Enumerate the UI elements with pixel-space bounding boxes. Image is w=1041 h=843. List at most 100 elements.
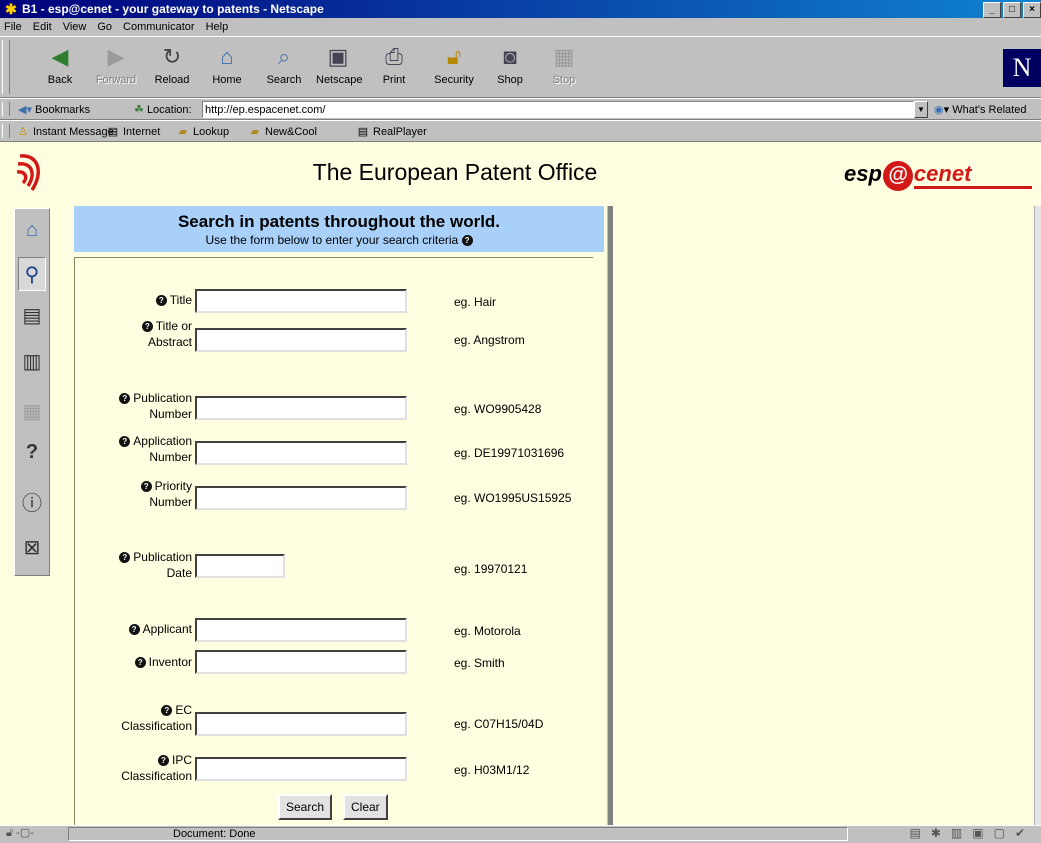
shop-icon: ◙	[503, 44, 517, 69]
shop-button[interactable]: ◙ Shop	[488, 41, 532, 93]
title-or-abstract-input[interactable]	[195, 328, 407, 352]
inventor-input[interactable]	[195, 650, 407, 674]
person-icon: ♙	[18, 126, 28, 138]
help-icon[interactable]: ?	[141, 321, 153, 333]
search-icon: ⌕	[277, 44, 291, 69]
print-button[interactable]: ⎙ Print	[372, 41, 416, 93]
search-subtitle: Use the form below to enter your search …	[74, 232, 604, 248]
vertical-scrollbar[interactable]	[1034, 206, 1041, 825]
reload-button[interactable]: ↻ Reload	[150, 41, 194, 93]
stop-button[interactable]: ▦ Stop	[542, 41, 586, 93]
publication-number-input[interactable]	[195, 396, 407, 420]
maximize-button[interactable]: □	[1003, 2, 1021, 18]
ipc-classification-example: eg. H03M1/12	[454, 763, 530, 777]
instant-message-button[interactable]: ♙ Instant Message	[16, 124, 114, 140]
security-button[interactable]: 🔓︎ Security	[432, 41, 476, 93]
location-input[interactable]	[202, 101, 914, 118]
application-number-input[interactable]	[195, 441, 407, 465]
help-icon[interactable]: ?	[461, 235, 473, 247]
applicant-label: ? Applicant	[74, 621, 192, 637]
lookup-button[interactable]: ▰ Lookup	[176, 124, 229, 140]
home-icon: ⌂	[220, 44, 234, 69]
binoculars-icon[interactable]: ⚲	[18, 257, 46, 291]
menu-go[interactable]: Go	[91, 18, 117, 36]
whats-related-icon: ◉	[934, 104, 944, 116]
status-text: Document: Done	[68, 827, 848, 841]
new-and-cool-button[interactable]: ▰ New&Cool	[248, 124, 317, 140]
help-icon[interactable]: ?	[119, 393, 131, 405]
publication-date-label: ? Publication Date	[74, 549, 192, 581]
component-bar-icons[interactable]: ▤✱▥▣▢✔	[910, 826, 1035, 841]
application-number-label: ? Application Number	[74, 433, 192, 465]
page-icon: ▤	[107, 126, 119, 138]
menu-help[interactable]: Help	[200, 18, 234, 36]
location-dropdown-button[interactable]: ▼	[914, 101, 928, 118]
priority-number-example: eg. WO1995US15925	[454, 491, 572, 505]
search-header: Search in patents throughout the world. …	[74, 206, 604, 252]
frame-divider[interactable]	[607, 206, 613, 825]
realplayer-button[interactable]: ▤ RealPlayer	[356, 124, 427, 140]
title-example: eg. Hair	[454, 295, 497, 309]
menu-communicator[interactable]: Communicator	[117, 18, 200, 36]
help-icon[interactable]: ?	[134, 657, 146, 669]
ipc-classification-input[interactable]	[195, 757, 407, 781]
help-icon[interactable]: ?	[157, 755, 169, 767]
back-button[interactable]: ◀ Back	[38, 41, 82, 93]
menu-edit[interactable]: Edit	[27, 18, 57, 36]
help-icon[interactable]: ?	[155, 295, 167, 307]
logo-underline	[914, 186, 1032, 189]
question-mark-icon[interactable]: ?	[18, 435, 46, 469]
applicant-example: eg. Motorola	[454, 624, 521, 638]
bookmarks-icon: ◀▾	[18, 104, 32, 116]
priority-number-input[interactable]	[195, 486, 407, 510]
search-button[interactable]: ⌕ Search	[262, 41, 306, 93]
location-toolbar: ◀▾ Bookmarks ☘ Location: ▼ ◉▾ What's Rel…	[0, 98, 1041, 120]
help-icon[interactable]: ?	[128, 624, 140, 636]
menu-bar: File Edit View Go Communicator Help	[0, 18, 1041, 36]
document-icon[interactable]: ▤	[18, 299, 46, 333]
help-icon[interactable]: ?	[119, 436, 131, 448]
home-icon[interactable]: ⌂	[18, 213, 46, 247]
close-button[interactable]: ×	[1023, 2, 1041, 18]
inventor-label: ? Inventor	[74, 654, 192, 670]
security-status-icon[interactable]: 🔓︎ -▢-	[6, 826, 64, 841]
bookmarks-button[interactable]: ◀▾ Bookmarks	[18, 102, 90, 118]
personal-toolbar: ♙ Instant Message ▤ Internet ▰ Lookup ▰ New&…	[0, 120, 1041, 142]
cart-icon[interactable]: ▦	[18, 395, 46, 429]
help-icon[interactable]: ?	[161, 705, 173, 717]
publication-date-input[interactable]	[195, 554, 285, 578]
toolbar-grip[interactable]	[2, 102, 10, 116]
ec-classification-input[interactable]	[195, 712, 407, 736]
info-icon[interactable]: ⓘ	[18, 487, 46, 521]
title-input[interactable]	[195, 289, 407, 313]
title-or-abstract-label: ? Title or Abstract	[74, 318, 192, 350]
page-icon: ▤	[357, 126, 369, 138]
help-icon[interactable]: ?	[140, 481, 152, 493]
whats-related-button[interactable]: ◉▾ What's Related	[934, 102, 1026, 118]
stop-icon: ▦	[553, 44, 575, 69]
toolbar-grip[interactable]	[2, 124, 10, 138]
window-controls: _ □ ×	[981, 2, 1041, 18]
lock-icon: 🔓︎	[446, 44, 462, 69]
status-bar: 🔓︎ -▢- Document: Done ▤✱▥▣▢✔	[0, 825, 1041, 843]
folder-icon: ▰	[178, 126, 188, 138]
internet-button[interactable]: ▤ Internet	[106, 124, 161, 140]
menu-file[interactable]: File	[0, 18, 27, 36]
page-title: The European Patent Office	[312, 159, 598, 185]
minimize-button[interactable]: _	[983, 2, 1001, 18]
netscape-button[interactable]: ▣ Netscape	[316, 41, 362, 93]
clear-button[interactable]: Clear	[343, 794, 388, 820]
applicant-input[interactable]	[195, 618, 407, 642]
toolbar-grip[interactable]	[2, 40, 10, 94]
menu-view[interactable]: View	[57, 18, 92, 36]
search-submit-button[interactable]: Search	[278, 794, 333, 820]
print-icon: ⎙	[385, 44, 403, 69]
folder-icon: ▰	[250, 126, 260, 138]
envelope-icon[interactable]: ⊠	[18, 531, 46, 565]
netscape-logo-icon[interactable]: N	[1003, 49, 1041, 87]
help-icon[interactable]: ?	[119, 552, 131, 564]
home-button[interactable]: ⌂ Home	[205, 41, 249, 93]
window-title: B1 - esp@cenet - your gateway to patents…	[22, 2, 324, 16]
document-list-icon[interactable]: ▥	[18, 345, 46, 379]
forward-button[interactable]: ▶ Forward	[94, 41, 138, 93]
